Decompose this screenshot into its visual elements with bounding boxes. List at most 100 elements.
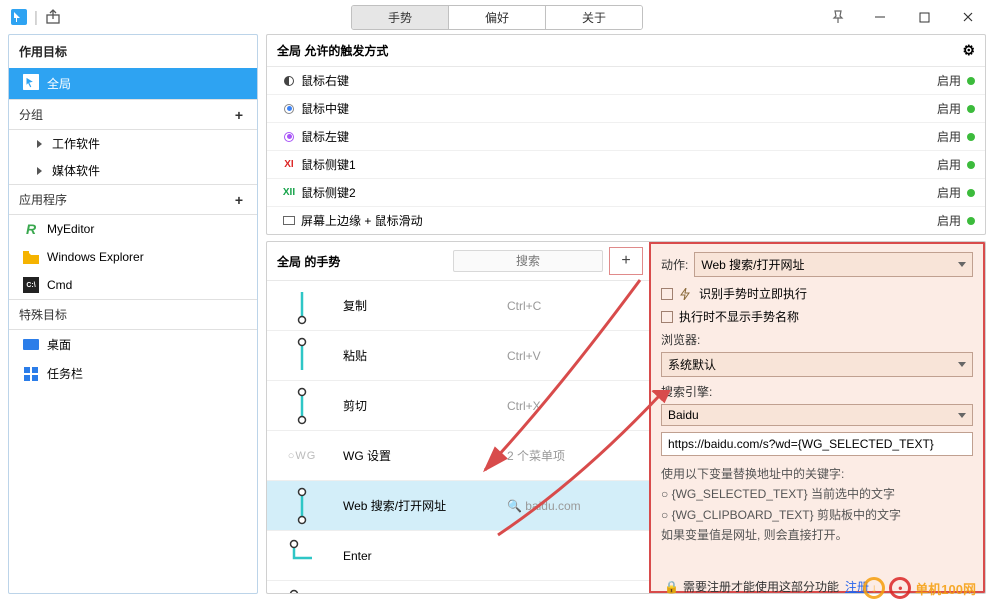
- gesture-shortcut: 🔍 baidu.com: [507, 499, 581, 513]
- add-gesture-button[interactable]: +: [609, 247, 643, 275]
- taskbar-icon: [23, 366, 39, 382]
- url-input[interactable]: [661, 432, 973, 456]
- gestures-panel: 全局 的手势 + 复制Ctrl+C粘贴Ctrl+V剪切Ctrl+X○WGWG 设…: [266, 241, 986, 594]
- trigger-label: 鼠标左键: [301, 128, 349, 145]
- search-field[interactable]: [460, 254, 596, 268]
- chevron-down-icon: [958, 362, 966, 367]
- sidebar-special-taskbar[interactable]: 任务栏: [9, 359, 257, 388]
- triggers-panel: 全局 允许的触发方式 ⚙ 鼠标右键启用鼠标中键启用鼠标左键启用XI鼠标侧键1启用…: [266, 34, 986, 235]
- minimize-button[interactable]: [858, 3, 902, 31]
- desktop-icon: [23, 337, 39, 353]
- sidebar-group-work[interactable]: 工作软件: [9, 130, 257, 157]
- add-group-button[interactable]: +: [231, 107, 247, 123]
- gesture-name: 剪切: [337, 397, 507, 414]
- gesture-shape: [267, 381, 337, 430]
- gesture-name: WG 设置: [337, 447, 507, 464]
- trigger-row[interactable]: 鼠标右键启用: [267, 67, 985, 95]
- gesture-shortcut: Ctrl+V: [507, 349, 541, 363]
- chevron-down-icon: [958, 262, 966, 267]
- register-note: 🔒 需要注册才能使用这部分功能 注册: [664, 578, 869, 595]
- trigger-icon: [277, 216, 301, 225]
- engine-label: 搜索引擎:: [661, 383, 973, 400]
- gear-icon[interactable]: ⚙: [962, 42, 975, 59]
- gesture-shape: [267, 281, 337, 330]
- app-icon-myeditor: R: [23, 221, 39, 237]
- watermark: ↓• 单机100网: [863, 577, 976, 599]
- check-immediate[interactable]: 识别手势时立即执行: [661, 285, 973, 302]
- trigger-row[interactable]: XII鼠标侧键2启用: [267, 179, 985, 207]
- folder-icon: [23, 249, 39, 265]
- trigger-icon: XI: [277, 159, 301, 170]
- sidebar-special-desktop[interactable]: 桌面: [9, 330, 257, 359]
- trigger-icon: [277, 132, 301, 142]
- close-button[interactable]: [946, 3, 990, 31]
- search-input[interactable]: [453, 250, 603, 272]
- trigger-label: 鼠标右键: [301, 72, 349, 89]
- tab-gesture[interactable]: 手势: [352, 6, 448, 29]
- status-dot: [967, 161, 975, 169]
- share-icon[interactable]: [44, 8, 62, 26]
- trigger-row[interactable]: 屏幕上边缘 + 鼠标滑动 启用: [267, 207, 985, 234]
- trigger-label: 鼠标侧键2: [301, 184, 356, 201]
- app-icon: [10, 8, 28, 26]
- trigger-label: 鼠标中键: [301, 100, 349, 117]
- gesture-row[interactable]: Enter: [267, 531, 649, 581]
- status-label: 启用: [937, 212, 961, 229]
- action-label: 动作:: [661, 256, 688, 273]
- status-dot: [967, 105, 975, 113]
- status-dot: [967, 133, 975, 141]
- tab-preferences[interactable]: 偏好: [448, 6, 545, 29]
- sidebar-app-myeditor[interactable]: R MyEditor: [9, 215, 257, 243]
- help-text: 使用以下变量替换地址中的关键字: {WG_SELECTED_TEXT} 当前选中…: [661, 464, 973, 546]
- sidebar: 作用目标 全局 分组 + 工作软件 媒体软件 应用程序 + R MyEditor…: [8, 34, 258, 594]
- check-hidename[interactable]: 执行时不显示手势名称: [661, 308, 973, 325]
- gesture-shape: [267, 331, 337, 380]
- status-label: 启用: [937, 100, 961, 117]
- sidebar-item-label: 全局: [47, 75, 71, 92]
- cmd-icon: C:\: [23, 277, 39, 293]
- main-tabs: 手势 偏好 关于: [351, 5, 643, 30]
- trigger-icon: [277, 76, 301, 86]
- sidebar-item-global[interactable]: 全局: [9, 68, 257, 99]
- titlebar: | 手势 偏好 关于: [0, 0, 994, 34]
- sidebar-header: 作用目标: [9, 35, 257, 68]
- sidebar-group-header: 分组 +: [9, 99, 257, 130]
- engine-select[interactable]: Baidu: [661, 404, 973, 426]
- gesture-row[interactable]: 粘贴并 EnterCtrl+V ↵: [267, 581, 649, 593]
- sidebar-group-media[interactable]: 媒体软件: [9, 157, 257, 184]
- gesture-detail: 动作: Web 搜索/打开网址 识别手势时立即执行 执行时不显示手势名称 浏览器…: [649, 242, 985, 593]
- trigger-row[interactable]: 鼠标左键 启用: [267, 123, 985, 151]
- gesture-shape: [267, 481, 337, 530]
- sidebar-app-explorer[interactable]: Windows Explorer: [9, 243, 257, 271]
- sidebar-app-cmd[interactable]: C:\ Cmd: [9, 271, 257, 299]
- trigger-row[interactable]: 鼠标中键 启用: [267, 95, 985, 123]
- gesture-row[interactable]: 粘贴Ctrl+V: [267, 331, 649, 381]
- pin-icon[interactable]: [818, 3, 858, 31]
- gesture-shape: ○WG: [267, 431, 337, 480]
- chevron-down-icon: [958, 413, 966, 418]
- tab-about[interactable]: 关于: [545, 6, 642, 29]
- gesture-row[interactable]: ○WGWG 设置2 个菜单项: [267, 431, 649, 481]
- chevron-right-icon: [37, 140, 42, 148]
- status-label: 启用: [937, 128, 961, 145]
- trigger-label: 屏幕上边缘 + 鼠标滑动: [301, 212, 423, 229]
- gesture-name: 复制: [337, 297, 507, 314]
- browser-select[interactable]: 系统默认: [661, 352, 973, 377]
- trigger-icon: [277, 104, 301, 114]
- status-dot: [967, 217, 975, 225]
- gesture-name: 粘贴: [337, 347, 507, 364]
- gesture-shape: [267, 581, 337, 593]
- gesture-name: Enter: [337, 549, 507, 563]
- sidebar-apps-header: 应用程序 +: [9, 184, 257, 215]
- gesture-row[interactable]: 剪切Ctrl+X: [267, 381, 649, 431]
- action-select[interactable]: Web 搜索/打开网址: [694, 252, 973, 277]
- chevron-right-icon: [37, 167, 42, 175]
- gesture-row[interactable]: Web 搜索/打开网址🔍 baidu.com: [267, 481, 649, 531]
- maximize-button[interactable]: [902, 3, 946, 31]
- trigger-row[interactable]: XI鼠标侧键1启用: [267, 151, 985, 179]
- add-app-button[interactable]: +: [231, 192, 247, 208]
- trigger-icon: XII: [277, 187, 301, 198]
- lock-icon: 🔒: [664, 580, 679, 594]
- gesture-row[interactable]: 复制Ctrl+C: [267, 281, 649, 331]
- gesture-shortcut: 2 个菜单项: [507, 447, 565, 464]
